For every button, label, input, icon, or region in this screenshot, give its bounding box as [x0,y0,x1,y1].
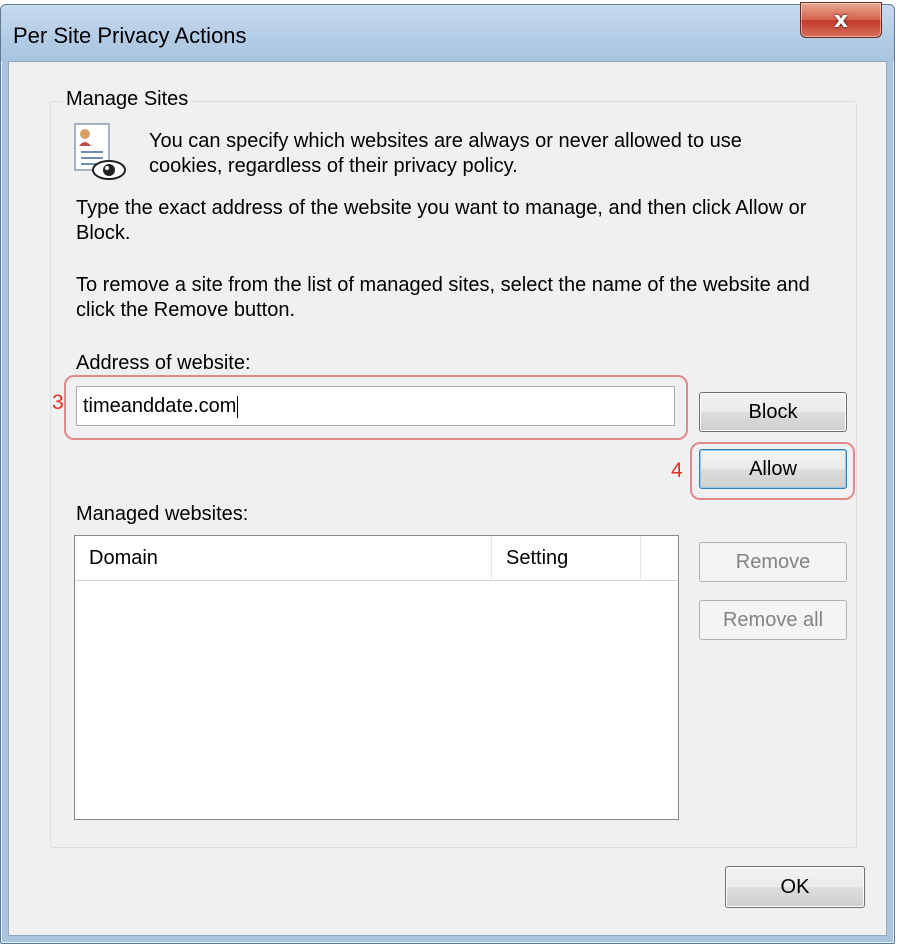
address-label: Address of website: [76,352,251,374]
remove-all-button-label: Remove all [722,608,824,631]
instruction-remove-text: To remove a site from the list of manage… [76,274,810,321]
managed-websites-list[interactable]: Domain Setting [74,535,679,820]
manage-sites-legend: Manage Sites [62,88,193,111]
window-title: Per Site Privacy Actions [13,23,247,48]
column-setting[interactable]: Setting [492,536,641,580]
ok-button-label: OK [780,875,810,898]
remove-button[interactable]: Remove [699,542,847,582]
text-caret [237,395,239,418]
step-4-marker: 4 [671,459,683,482]
intro-text: You can specify which websites are alway… [149,130,742,177]
block-button[interactable]: Block [699,392,847,432]
ok-button[interactable]: OK [725,866,865,908]
dialog-client-area: Manage Sites You can specify which websi… [8,61,887,936]
step-3-marker: 3 [52,391,64,414]
list-header: Domain Setting [75,536,678,581]
close-icon: x [833,7,849,33]
privacy-actions-dialog: Per Site Privacy Actions x Manage Sites … [0,2,895,944]
block-button-label: Block [748,400,798,423]
allow-button[interactable]: Allow [699,449,847,489]
remove-all-button[interactable]: Remove all [699,600,847,640]
allow-button-label: Allow [749,457,797,480]
privacy-document-eye-icon [74,123,126,180]
instruction-add-text: Type the exact address of the website yo… [76,197,807,244]
managed-websites-label: Managed websites: [76,503,249,525]
remove-button-label: Remove [735,550,811,573]
column-domain[interactable]: Domain [75,536,492,580]
column-filler [641,536,678,580]
close-button[interactable]: x [800,2,882,38]
title-bar[interactable]: Per Site Privacy Actions x [1,2,894,61]
website-address-input[interactable]: timeanddate.com [76,386,675,426]
website-address-value: timeanddate.com [83,395,237,417]
